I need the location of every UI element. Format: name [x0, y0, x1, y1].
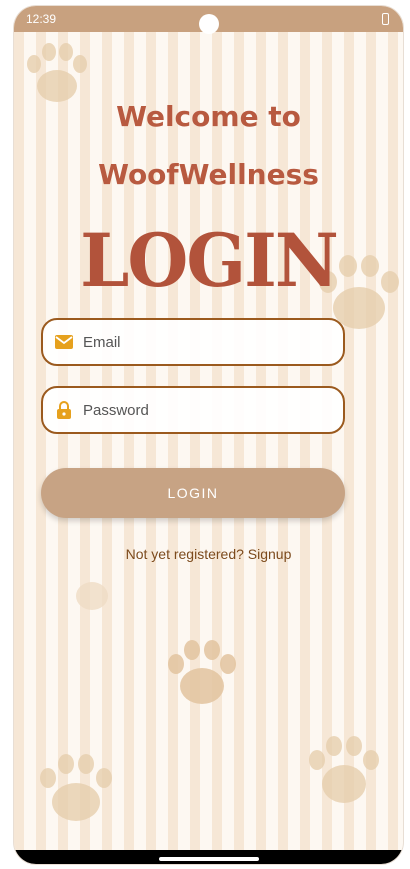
status-time: 12:39 — [26, 12, 57, 26]
signup-link[interactable]: Not yet registered? Signup — [14, 546, 403, 562]
paw-print-icon — [34, 746, 119, 831]
navigation-bar — [14, 850, 403, 864]
login-heading: LOGIN — [80, 216, 339, 305]
password-placeholder: Password — [83, 401, 149, 419]
front-camera — [198, 14, 219, 34]
welcome-title-line2: WoofWellness — [98, 158, 319, 191]
paw-print-icon — [162, 634, 242, 714]
password-field[interactable]: Password — [41, 386, 345, 434]
phone-screen: 12:39 Welcome to WoofWellness LOGIN Emai… — [14, 6, 403, 864]
paw-pad-icon — [72, 576, 112, 616]
home-indicator[interactable] — [158, 857, 259, 861]
envelope-icon — [53, 331, 75, 353]
login-button[interactable]: LOGIN — [41, 468, 345, 518]
welcome-title-line1: Welcome to — [116, 100, 301, 133]
email-field[interactable]: Email — [41, 318, 345, 366]
lock-icon — [53, 399, 75, 421]
paw-print-icon — [304, 726, 384, 816]
email-placeholder: Email — [83, 333, 121, 351]
battery-icon — [382, 13, 389, 25]
